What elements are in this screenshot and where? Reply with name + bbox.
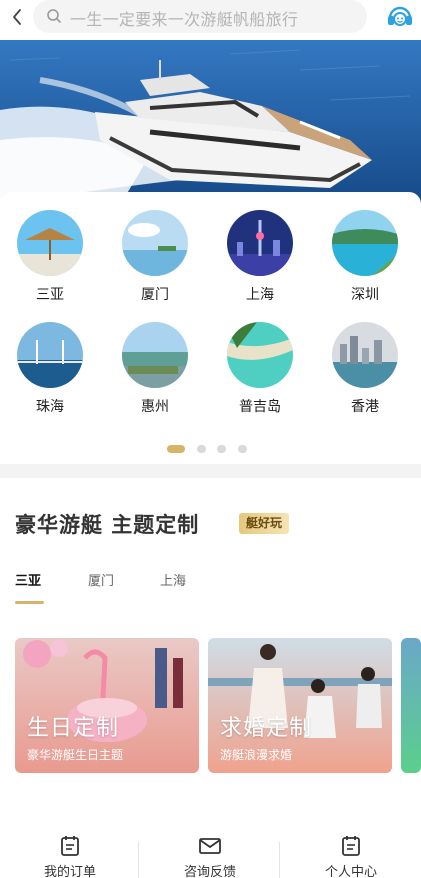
destination-name: 三亚 bbox=[36, 287, 64, 303]
pagination-dot[interactable] bbox=[217, 445, 226, 453]
brand-badge: 艇好玩 bbox=[239, 513, 290, 534]
customer-service-button[interactable] bbox=[384, 1, 416, 33]
search-icon bbox=[47, 9, 61, 23]
nav-divider bbox=[138, 842, 139, 878]
tab-xiamen[interactable]: 厦门 bbox=[88, 570, 114, 589]
destination-name: 香港 bbox=[351, 399, 379, 415]
mail-icon bbox=[199, 838, 221, 854]
destination-image bbox=[332, 322, 398, 388]
destination-item[interactable]: 深圳 bbox=[325, 210, 405, 304]
destination-image bbox=[227, 210, 293, 276]
theme-card-subtitle: 豪华游艇生日主题 bbox=[27, 748, 124, 762]
pagination-dot[interactable] bbox=[238, 445, 247, 453]
destination-item[interactable]: 珠海 bbox=[10, 322, 90, 416]
theme-card-title: 生日定制 bbox=[27, 716, 120, 741]
tab-sanya[interactable]: 三亚 bbox=[15, 570, 41, 589]
bottom-navigation: 我的订单 咨询反馈 个人中心 bbox=[0, 828, 421, 878]
destination-name: 普吉岛 bbox=[239, 399, 281, 415]
nav-label: 咨询反馈 bbox=[183, 865, 236, 878]
calendar-icon bbox=[61, 836, 79, 856]
pagination-dots bbox=[0, 445, 421, 455]
destination-name: 珠海 bbox=[36, 399, 64, 415]
hero-banner[interactable] bbox=[0, 40, 421, 205]
destination-image bbox=[122, 322, 188, 388]
theme-card-birthday[interactable]: 生日定制 豪华游艇生日主题 bbox=[15, 638, 199, 773]
destination-item[interactable]: 上海 bbox=[220, 210, 300, 304]
pagination-dot[interactable] bbox=[197, 445, 206, 453]
chevron-left-icon bbox=[13, 9, 21, 25]
theme-card-peek-image bbox=[401, 638, 421, 773]
destination-name: 厦门 bbox=[141, 287, 169, 303]
destination-name: 惠州 bbox=[141, 399, 169, 415]
theme-card-subtitle: 游艇浪漫求婚 bbox=[220, 748, 293, 762]
destination-name: 上海 bbox=[246, 287, 274, 303]
search-input[interactable]: 一生一定要来一次游艇帆船旅行 bbox=[33, 0, 367, 33]
nav-label: 个人中心 bbox=[324, 865, 377, 878]
destination-name: 深圳 bbox=[351, 287, 379, 303]
active-tab-indicator bbox=[15, 601, 44, 604]
section-divider bbox=[0, 464, 421, 478]
destination-item[interactable]: 普吉岛 bbox=[220, 322, 300, 416]
destination-image bbox=[17, 210, 83, 276]
nav-label: 我的订单 bbox=[43, 865, 96, 878]
theme-card-title: 求婚定制 bbox=[220, 716, 313, 741]
back-button[interactable] bbox=[6, 4, 30, 30]
destination-item[interactable]: 三亚 bbox=[10, 210, 90, 304]
yacht-banner-image bbox=[0, 40, 421, 205]
destination-image bbox=[122, 210, 188, 276]
calendar-icon bbox=[342, 836, 360, 856]
destination-item[interactable]: 香港 bbox=[325, 322, 405, 416]
top-bar: 一生一定要来一次游艇帆船旅行 bbox=[0, 0, 421, 40]
theme-card-proposal[interactable]: 求婚定制 游艇浪漫求婚 bbox=[208, 638, 392, 773]
section-title: 豪华游艇 主题定制 bbox=[15, 513, 200, 537]
destination-grid: 三亚 厦门 上海 深圳 珠海 惠州 普吉岛 香港 bbox=[0, 192, 421, 464]
headset-icon bbox=[388, 6, 412, 26]
destination-image bbox=[227, 322, 293, 388]
search-placeholder: 一生一定要来一次游艇帆船旅行 bbox=[70, 10, 299, 29]
destination-image bbox=[332, 210, 398, 276]
destination-item[interactable]: 厦门 bbox=[115, 210, 195, 304]
nav-feedback[interactable]: 咨询反馈 bbox=[140, 828, 280, 878]
destination-image bbox=[17, 322, 83, 388]
tab-shanghai[interactable]: 上海 bbox=[160, 570, 186, 589]
nav-divider bbox=[279, 842, 280, 878]
nav-profile[interactable]: 个人中心 bbox=[281, 828, 421, 878]
pagination-dot-active[interactable] bbox=[167, 445, 185, 453]
destination-item[interactable]: 惠州 bbox=[115, 322, 195, 416]
nav-my-orders[interactable]: 我的订单 bbox=[0, 828, 140, 878]
theme-card-next-partial[interactable] bbox=[401, 638, 421, 773]
